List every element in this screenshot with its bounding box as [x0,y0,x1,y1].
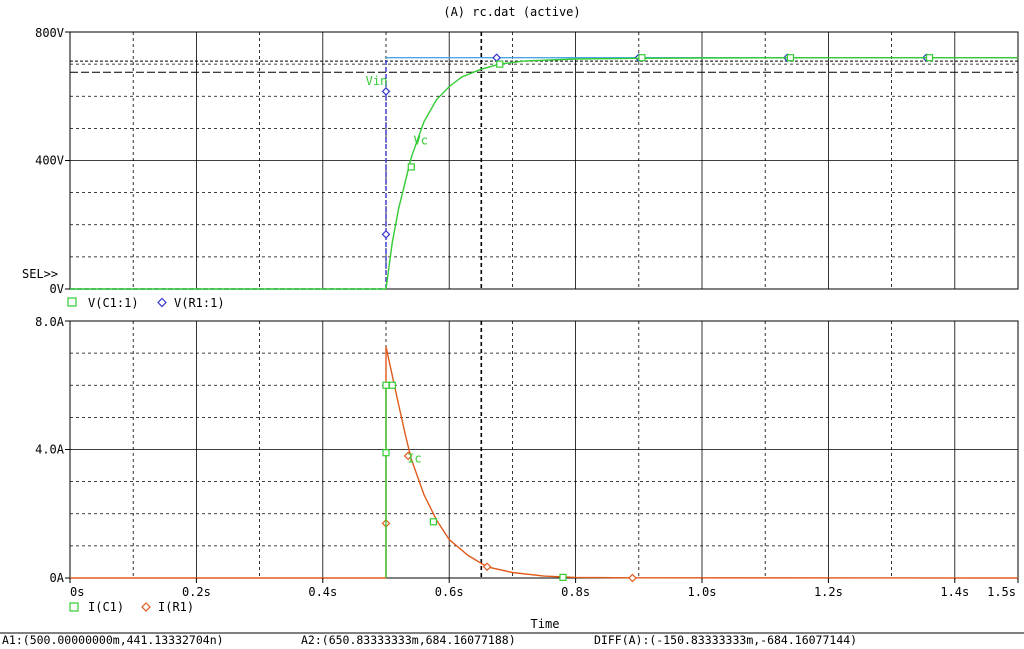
data-point-square [382,381,390,389]
y-tick-label: 8.0A [35,315,65,329]
legend-entry-ic1[interactable]: I(C1) [88,600,124,614]
data-point-square [429,518,437,526]
trace-annotation: Vin [366,74,388,88]
current-legend[interactable]: I(C1) I(R1) [69,600,194,614]
data-point-square [925,54,934,62]
data-point-square [638,54,646,62]
y-tick-label: 400V [35,154,64,168]
legend-entry-ir1[interactable]: I(R1) [158,600,194,614]
legend-entry-vr1[interactable]: V(R1:1) [174,296,225,310]
cursor-a2-readout: A2:(650.83333333m,684.16077188) [301,633,516,647]
data-point-square [407,163,415,171]
trace-annotation: Ic [407,451,421,465]
data-point-square [559,573,567,581]
x-tick-label: 1.0s [688,585,717,599]
x-tick-label: 1.4s [940,585,969,599]
voltage-legend[interactable]: V(C1:1) V(R1:1) [67,296,225,310]
x-tick-label: 0.6s [435,585,464,599]
trace-annotation: Vc [414,133,428,147]
x-tick-label: 0.4s [308,585,337,599]
data-point-square [496,60,504,68]
x-tick-label: 1.2s [814,585,843,599]
legend-square-marker-icon [67,297,77,307]
x-tick-label: 1.5s [987,585,1016,599]
data-point-square [382,449,390,457]
legend-square-marker-icon [69,602,79,612]
y-tick-label: 0V [50,282,64,296]
legend-entry-vc1[interactable]: V(C1:1) [88,296,139,310]
x-tick-label: 0s [70,585,84,599]
y-tick-label: 800V [35,26,64,40]
cursor-a1-readout: A1:(500.00000000m,441.13332704n) [2,633,224,647]
axis-labels: 0s 0.2s 0.4s 0.6s 0.8s 1.0s 1.2s 1.4s 1.5s [69,578,1019,599]
x-axis-label: Time [531,617,560,631]
legend-diamond-marker-icon [157,297,167,308]
y-tick-label: 4.0A [35,443,65,457]
selected-plot-marker: SEL>> [22,267,58,281]
legend-diamond-marker-icon [141,602,151,612]
x-tick-label: 0.2s [182,585,211,599]
x-tick-label: 0.8s [561,585,590,599]
data-point-square [388,381,396,389]
probe-waveform-window: (A) rc.dat (active) 800V 400V 0V 8.0A 4.0A 0… [0,5,1024,647]
cursor-diff-readout: DIFF(A):(-150.83333333m,-684.16077144) [594,633,857,647]
y-tick-label: 0A [50,571,65,585]
data-point-square [786,54,795,62]
window-title: (A) rc.dat (active) [443,5,580,19]
